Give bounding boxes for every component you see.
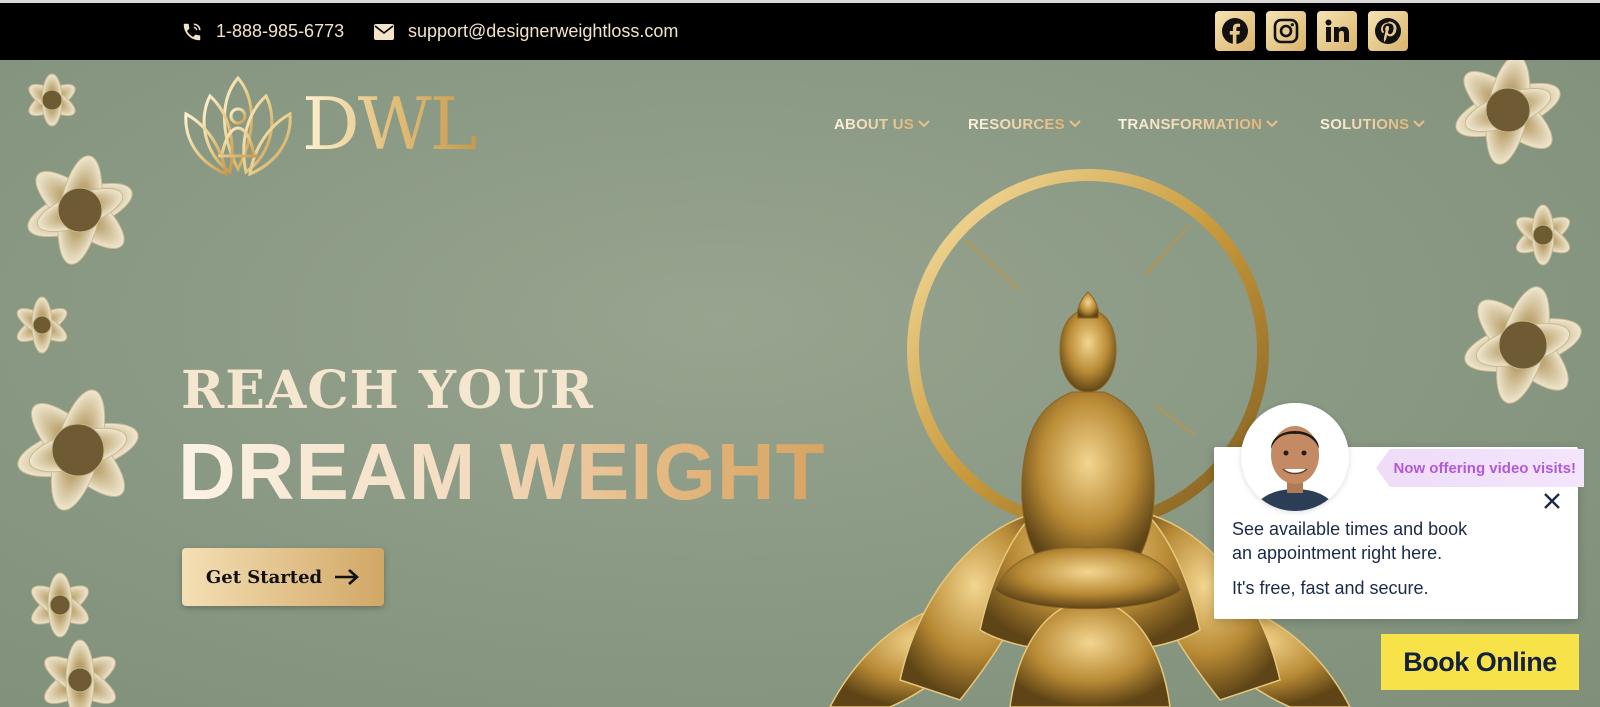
widget-text-line3: It's free, fast and secure.	[1232, 578, 1429, 598]
nav-item-about-us[interactable]: ABOUT US	[834, 112, 930, 136]
linkedin-icon	[1325, 19, 1349, 42]
widget-text-line2: an appointment right here.	[1232, 543, 1443, 563]
linkedin-button[interactable]	[1317, 11, 1357, 51]
hero-headline-line2: DREAM WEIGHT	[178, 427, 826, 516]
pinterest-icon	[1375, 18, 1401, 44]
chevron-down-icon	[1413, 120, 1426, 128]
lotus-flowers-right	[1455, 60, 1582, 404]
book-online-button[interactable]: Book Online	[1381, 634, 1579, 690]
get-started-button[interactable]: Get Started	[182, 548, 384, 606]
email-address: support@designerweightloss.com	[408, 21, 679, 41]
instagram-button[interactable]	[1266, 11, 1306, 51]
pinterest-button[interactable]	[1368, 11, 1408, 51]
phone-icon	[180, 20, 204, 44]
lotus-flowers-left	[16, 73, 139, 707]
close-icon[interactable]	[1542, 491, 1562, 511]
nav-label: ABOUT US	[834, 115, 914, 133]
nav-label: RESOURCES	[968, 115, 1065, 133]
instagram-icon	[1273, 18, 1299, 44]
get-started-label: Get Started	[205, 566, 323, 588]
facebook-icon	[1222, 18, 1248, 44]
chevron-down-icon	[918, 120, 930, 128]
nav-item-solutions[interactable]: SOLUTIONS	[1320, 112, 1426, 136]
chevron-down-icon	[1069, 120, 1081, 128]
doctor-avatar	[1241, 403, 1349, 511]
widget-text-line1: See available times and book	[1232, 519, 1468, 539]
hero-headline-line1: REACH YOUR	[181, 360, 594, 421]
arrow-right-icon	[335, 569, 360, 585]
phone-contact[interactable]: 1-888-985-6773	[180, 3, 344, 60]
video-visits-badge: Now offering video visits!	[1376, 449, 1584, 487]
email-contact[interactable]: support@designerweightloss.com	[372, 3, 678, 60]
nav-label: TRANSFORMATION	[1118, 115, 1263, 133]
envelope-icon	[372, 20, 396, 44]
top-bar: 1-888-985-6773 support@designerweightlos…	[0, 3, 1600, 60]
phone-number: 1-888-985-6773	[216, 21, 345, 41]
nav-label: SOLUTIONS	[1320, 115, 1410, 133]
facebook-button[interactable]	[1215, 11, 1255, 51]
logo-wordmark: DWL	[302, 82, 478, 166]
nav-item-resources[interactable]: RESOURCES	[968, 112, 1081, 136]
chevron-down-icon	[1266, 120, 1278, 128]
nav-item-transformation[interactable]: TRANSFORMATION	[1118, 112, 1278, 136]
